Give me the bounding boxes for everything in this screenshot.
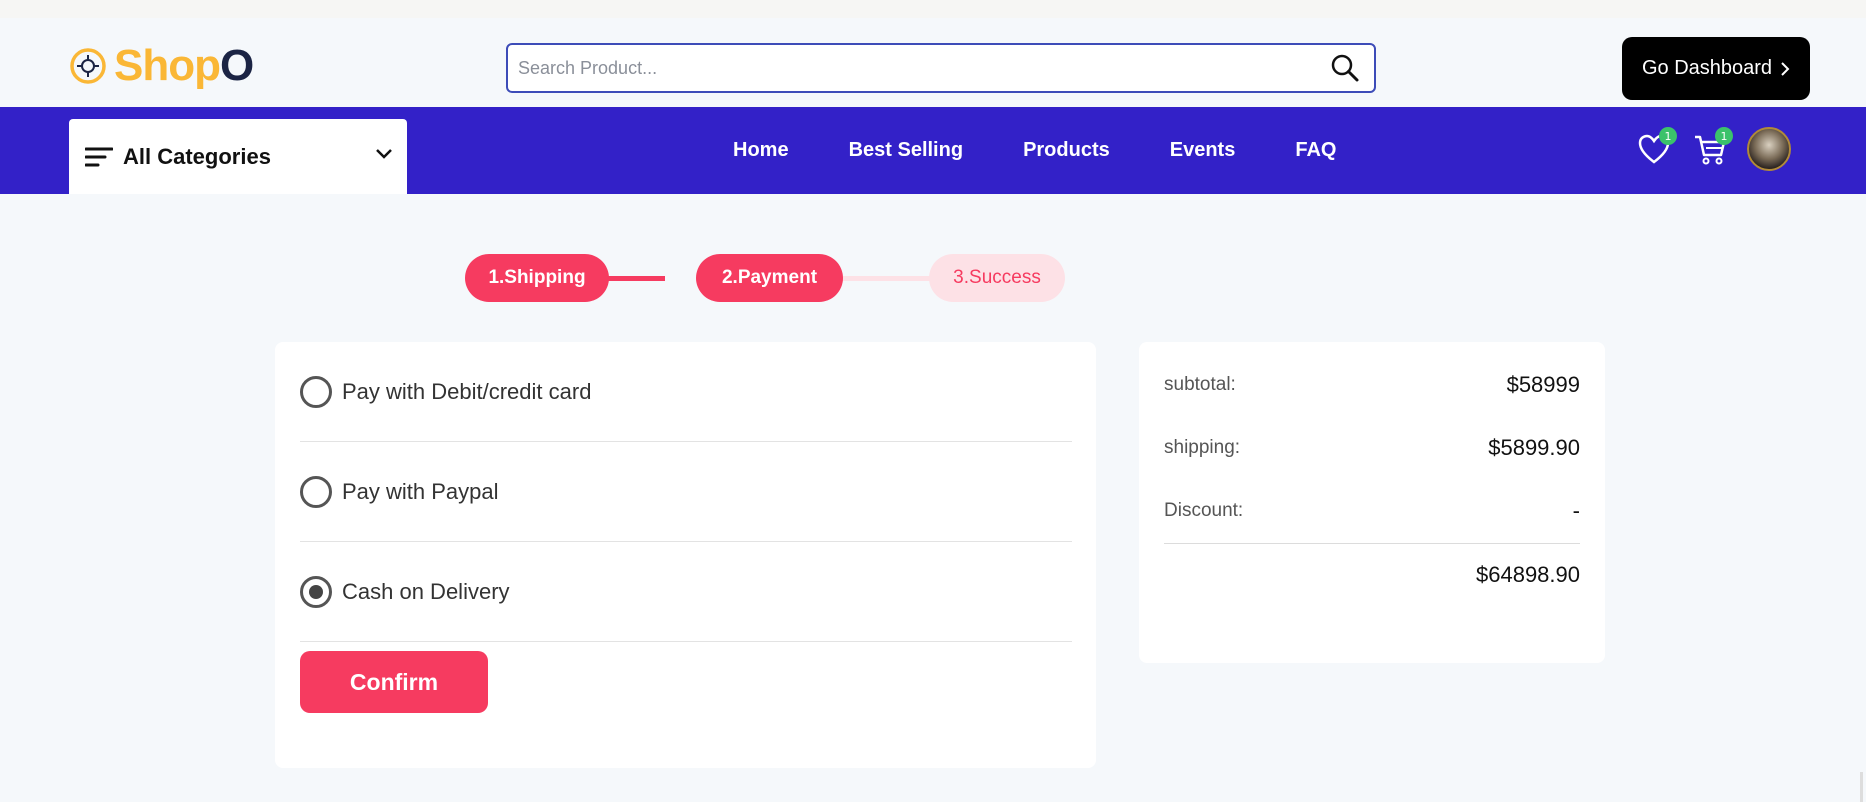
payment-option-cod[interactable]: Cash on Delivery <box>300 542 1072 642</box>
chevron-down-icon <box>376 149 392 159</box>
all-categories-label: All Categories <box>123 143 271 169</box>
payment-option-cod-label: Cash on Delivery <box>342 578 510 604</box>
logo-text-main: Shop <box>114 41 221 90</box>
all-categories-dropdown[interactable]: All Categories <box>69 119 407 194</box>
nav-products[interactable]: Products <box>1023 139 1110 162</box>
search-input[interactable] <box>508 45 1288 91</box>
payment-option-card[interactable]: Pay with Debit/credit card <box>300 342 1072 442</box>
search-icon[interactable] <box>1330 53 1360 83</box>
nav-home[interactable]: Home <box>733 139 789 162</box>
order-summary-card: subtotal: $58999 shipping: $5899.90 Disc… <box>1139 342 1605 663</box>
step-success[interactable]: 3.Success <box>929 254 1065 302</box>
search-bar <box>506 43 1376 93</box>
wishlist-button[interactable]: 1 <box>1637 127 1677 167</box>
chevron-right-icon <box>1781 61 1790 76</box>
radio-cod[interactable] <box>300 575 332 608</box>
subtotal-label: subtotal: <box>1164 374 1236 395</box>
logo-icon <box>70 48 106 84</box>
go-dashboard-button[interactable]: Go Dashboard <box>1622 37 1810 100</box>
logo[interactable]: ShopO <box>68 41 254 90</box>
nav-faq[interactable]: FAQ <box>1295 139 1336 162</box>
radio-paypal[interactable] <box>300 475 332 508</box>
radio-card[interactable] <box>300 375 332 408</box>
payment-option-paypal-label: Pay with Paypal <box>342 478 499 504</box>
step-shipping[interactable]: 1.Shipping <box>465 254 609 302</box>
discount-label: Discount: <box>1164 500 1244 521</box>
step-connector-1 <box>605 276 665 281</box>
scrollbar-thumb[interactable] <box>1860 772 1863 802</box>
summary-row-discount: Discount: - <box>1164 498 1580 524</box>
payment-option-paypal[interactable]: Pay with Paypal <box>300 442 1072 542</box>
logo-text-tail: O <box>219 41 254 90</box>
nav-best-selling[interactable]: Best Selling <box>849 139 963 162</box>
logo-text: ShopO <box>114 41 254 90</box>
menu-lines-icon <box>85 147 113 166</box>
cart-button[interactable]: 1 <box>1693 127 1733 167</box>
site-header: ShopO Go Dashboard <box>0 18 1866 107</box>
main-navbar: All Categories Home Best Selling Product… <box>0 107 1866 194</box>
step-connector-2 <box>840 276 930 281</box>
discount-value: - <box>1572 498 1580 523</box>
payment-option-card-label: Pay with Debit/credit card <box>342 378 592 404</box>
shipping-value: $5899.90 <box>1488 435 1580 460</box>
wishlist-count-badge: 1 <box>1659 127 1677 145</box>
cart-count-badge: 1 <box>1715 127 1733 145</box>
summary-row-subtotal: subtotal: $58999 <box>1164 372 1580 398</box>
summary-row-shipping: shipping: $5899.90 <box>1164 435 1580 461</box>
top-strip <box>0 0 1866 18</box>
payment-methods-card: Pay with Debit/credit card Pay with Payp… <box>275 342 1096 768</box>
nav-menu: Home Best Selling Products Events FAQ <box>733 107 1336 194</box>
checkout-steps: 1.Shipping 2.Payment 3.Success <box>465 254 1065 302</box>
shipping-label: shipping: <box>1164 437 1241 458</box>
confirm-button[interactable]: Confirm <box>300 651 488 713</box>
user-avatar[interactable] <box>1747 127 1791 171</box>
subtotal-value: $58999 <box>1506 372 1580 397</box>
step-payment[interactable]: 2.Payment <box>696 254 843 302</box>
nav-events[interactable]: Events <box>1170 139 1236 162</box>
summary-divider <box>1164 543 1580 544</box>
go-dashboard-label: Go Dashboard <box>1641 57 1773 79</box>
summary-row-total: $64898.90 <box>1164 562 1580 588</box>
total-value: $64898.90 <box>1476 562 1580 587</box>
